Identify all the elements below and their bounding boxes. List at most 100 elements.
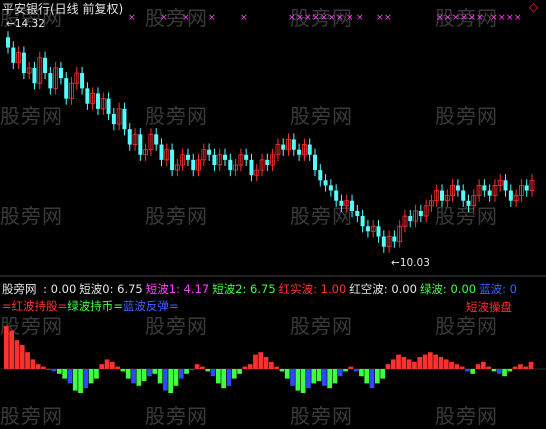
oscillator-bar <box>412 361 417 369</box>
oscillator-bar <box>300 369 306 393</box>
oscillator-bar <box>343 369 348 372</box>
oscillator-bar <box>62 369 67 379</box>
oscillator-bar <box>454 364 460 369</box>
oscillator-bar <box>396 354 401 369</box>
oscillator-bar <box>216 369 221 384</box>
candle-body <box>185 154 190 160</box>
candle-body <box>291 139 296 150</box>
oscillator-bar <box>30 359 36 369</box>
signal-marker: × <box>452 13 460 23</box>
oscillator-bar <box>385 364 391 369</box>
oscillator-bar <box>147 369 152 377</box>
candle-body <box>508 190 513 201</box>
oscillator-bar <box>438 357 444 369</box>
oscillator-bar <box>348 366 354 369</box>
candle-body <box>191 159 196 171</box>
candle-body <box>249 159 254 176</box>
candle-body <box>11 47 16 63</box>
oscillator-series <box>4 325 534 393</box>
oscillator-bar <box>375 369 380 384</box>
candle-body <box>455 185 460 191</box>
oscillator-bar <box>390 359 396 369</box>
signal-marker: × <box>444 13 452 23</box>
signal-marker: × <box>304 13 312 23</box>
oscillator-bar <box>459 366 465 369</box>
oscillator-bar <box>295 369 301 391</box>
oscillator-bar <box>14 340 20 369</box>
oscillator-bar <box>99 364 105 369</box>
signal-marker: × <box>182 13 190 23</box>
oscillator-bar <box>417 357 423 369</box>
oscillator-bar <box>481 361 486 369</box>
oscillator-bar <box>200 366 205 369</box>
candle-body <box>487 190 492 196</box>
oscillator-bar <box>231 369 237 379</box>
legend-item: 短波0: 6.75 <box>79 282 143 296</box>
candlestick-series <box>6 31 535 253</box>
legend-item: 短波2: 6.75 <box>212 282 276 296</box>
candle-body <box>360 216 365 227</box>
candle-body <box>43 57 48 74</box>
candle-body <box>334 190 339 201</box>
signal-markers: × × × × × × × × × × × × × × × × × × × × × × × × × × <box>128 13 522 23</box>
oscillator-bar <box>353 369 359 372</box>
candle-body <box>355 210 360 217</box>
oscillator-bar <box>125 369 131 379</box>
oscillator-bar <box>475 364 481 369</box>
oscillator-bar <box>41 366 46 369</box>
oscillator-bar <box>120 369 126 372</box>
oscillator-bar <box>422 354 428 369</box>
subrow-item: 蓝波反弹= <box>122 299 179 313</box>
oscillator-bar <box>470 369 476 374</box>
candle-body <box>228 159 233 171</box>
candle-body <box>212 154 217 165</box>
oscillator-bar <box>258 352 264 369</box>
oscillator-bar <box>110 361 115 369</box>
signal-marker: × <box>328 13 336 23</box>
oscillator-bar <box>4 325 9 369</box>
signal-marker: × <box>128 13 136 23</box>
oscillator-bar <box>157 369 163 384</box>
chart-title: 平安银行(日线 前复权) <box>2 2 124 16</box>
signal-marker: × <box>490 13 498 23</box>
oscillator-bar <box>491 369 497 372</box>
oscillator-bar <box>94 369 99 379</box>
oscillator-bar <box>205 369 211 372</box>
candle-body <box>80 73 85 89</box>
oscillator-bar <box>210 369 216 377</box>
candle-body <box>207 149 212 155</box>
candle-body <box>376 226 381 237</box>
candle-body <box>328 185 333 191</box>
candle-body <box>111 113 116 125</box>
candle-body <box>418 210 423 217</box>
short-wave-label: 短波操盘 <box>466 300 512 314</box>
oscillator-bar <box>502 369 507 377</box>
oscillator-bar <box>512 366 518 369</box>
candle-body <box>6 37 10 48</box>
candle-body <box>223 154 228 160</box>
oscillator-bar <box>332 369 338 384</box>
candle-body <box>85 88 90 104</box>
oscillator-bar <box>72 369 78 391</box>
candle-body <box>138 134 143 155</box>
candle-body <box>392 236 397 242</box>
oscillator-bar <box>507 369 513 372</box>
signal-marker: × <box>506 13 514 23</box>
oscillator-bar <box>83 369 89 389</box>
diamond-icon[interactable]: ◇ <box>529 0 538 14</box>
oscillator-bar <box>364 369 370 384</box>
oscillator-bar <box>184 369 189 374</box>
candle-body <box>281 144 286 150</box>
oscillator-bar <box>131 369 136 384</box>
oscillator-bar <box>9 330 14 369</box>
candle-body <box>307 144 312 155</box>
signal-marker: × <box>312 13 320 23</box>
oscillator-bar <box>433 354 438 369</box>
oscillator-bar <box>168 369 173 393</box>
signal-marker: × <box>460 13 468 23</box>
oscillator-bar <box>528 361 534 369</box>
oscillator-bar <box>290 369 295 386</box>
candle-body <box>408 216 413 222</box>
candle-body <box>95 93 100 109</box>
indicator-subrow: =红波持股=绿波持币=蓝波反弹= <box>2 298 179 314</box>
